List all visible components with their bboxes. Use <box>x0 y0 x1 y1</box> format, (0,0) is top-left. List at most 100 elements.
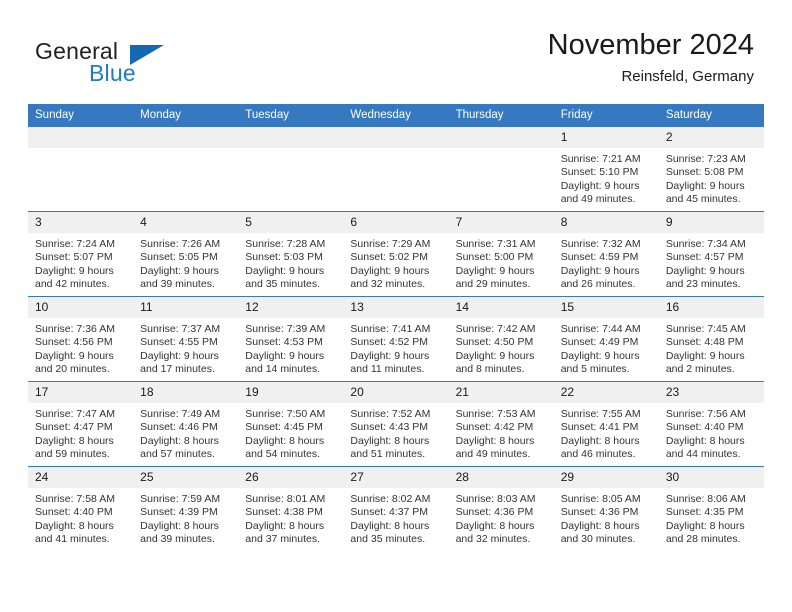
calendar-day-cell[interactable]: 11 Sunrise: 7:37 AM Sunset: 4:55 PM Dayligh… <box>133 296 239 382</box>
day-number: 3 <box>28 212 134 233</box>
day-sunset-text: Sunset: 5:07 PM <box>35 251 113 264</box>
day-sun-info: Sunrise: 8:05 AM Sunset: 4:36 PM Daylight:… <box>554 488 659 547</box>
day-sunset-text: Sunset: 5:00 PM <box>455 251 534 264</box>
calendar-day-cell[interactable]: 30 Sunrise: 8:06 AM Sunset: 4:35 PM Dayligh… <box>658 466 764 551</box>
calendar-day-cell[interactable]: 15 Sunrise: 7:44 AM Sunset: 4:49 PM Dayligh… <box>553 296 659 382</box>
day-sun-info: Sunrise: 7:55 AM Sunset: 4:41 PM Daylight:… <box>554 403 659 462</box>
calendar-day-cell[interactable]: 18 Sunrise: 7:49 AM Sunset: 4:46 PM Dayligh… <box>133 381 239 467</box>
day-sunset-text: Sunset: 4:37 PM <box>350 506 429 519</box>
day-number: 11 <box>133 297 239 318</box>
calendar-day-cell[interactable]: 23 Sunrise: 7:56 AM Sunset: 4:40 PM Dayligh… <box>658 381 764 467</box>
calendar-day-cell[interactable]: 14 Sunrise: 7:42 AM Sunset: 4:50 PM Dayligh… <box>448 296 554 382</box>
calendar-day-cell[interactable]: 3 Sunrise: 7:24 AM Sunset: 5:07 PM Daylight… <box>28 211 134 297</box>
day-sunset-text: Sunset: 4:43 PM <box>350 421 429 434</box>
calendar-day-cell[interactable]: 17 Sunrise: 7:47 AM Sunset: 4:47 PM Dayligh… <box>28 381 134 467</box>
day-sunset-text: Sunset: 5:02 PM <box>350 251 429 264</box>
calendar-day-cell[interactable]: 2 Sunrise: 7:23 AM Sunset: 5:08 PM Daylight… <box>658 127 764 212</box>
day-daylight2-text: and 59 minutes. <box>35 448 110 461</box>
day-daylight1-text: Daylight: 9 hours <box>560 349 640 362</box>
calendar-day-cell[interactable]: 25 Sunrise: 7:59 AM Sunset: 4:39 PM Dayligh… <box>133 466 239 551</box>
day-daylight1-text: Daylight: 9 hours <box>560 264 640 277</box>
day-daylight1-text: Daylight: 8 hours <box>455 434 535 447</box>
day-sunrise-text: Sunrise: 7:36 AM <box>35 323 115 335</box>
calendar-day-cell[interactable]: 20 Sunrise: 7:52 AM Sunset: 4:43 PM Dayligh… <box>343 381 449 467</box>
day-daylight1-text: Daylight: 8 hours <box>35 434 114 447</box>
day-daylight2-text: and 20 minutes. <box>35 363 110 376</box>
calendar-day-cell[interactable]: 1 Sunrise: 7:21 AM Sunset: 5:10 PM Daylight… <box>553 127 659 212</box>
day-daylight2-text: and 35 minutes. <box>350 533 426 546</box>
day-number: 20 <box>343 382 449 403</box>
calendar-day-cell[interactable]: 4 Sunrise: 7:26 AM Sunset: 5:05 PM Daylight… <box>133 211 239 297</box>
weekday-header-monday: Monday <box>133 104 239 127</box>
day-number: 5 <box>238 212 344 233</box>
calendar-day-cell[interactable]: 26 Sunrise: 8:01 AM Sunset: 4:38 PM Dayligh… <box>238 466 344 551</box>
day-sun-info: Sunrise: 7:53 AM Sunset: 4:42 PM Daylight:… <box>449 403 554 462</box>
day-number: 22 <box>553 382 659 403</box>
calendar-week-row: 24 Sunrise: 7:58 AM Sunset: 4:40 PM Dayligh… <box>28 466 764 551</box>
calendar-day-cell[interactable]: 6 Sunrise: 7:29 AM Sunset: 5:02 PM Daylight… <box>343 211 449 297</box>
calendar-day-cell[interactable]: 24 Sunrise: 7:58 AM Sunset: 4:40 PM Dayligh… <box>28 466 134 551</box>
calendar-day-cell[interactable]: 5 Sunrise: 7:28 AM Sunset: 5:03 PM Daylight… <box>238 211 344 297</box>
calendar-day-cell[interactable]: 8 Sunrise: 7:32 AM Sunset: 4:59 PM Daylight… <box>553 211 659 297</box>
day-daylight2-text: and 44 minutes. <box>665 448 741 461</box>
day-number: 26 <box>238 467 344 488</box>
day-daylight1-text: Daylight: 8 hours <box>560 519 640 532</box>
day-sun-info: Sunrise: 7:58 AM Sunset: 4:40 PM Daylight:… <box>28 488 133 547</box>
day-sunrise-text: Sunrise: 7:47 AM <box>35 408 115 420</box>
calendar-day-cell[interactable]: 19 Sunrise: 7:50 AM Sunset: 4:45 PM Dayligh… <box>238 381 344 467</box>
day-daylight2-text: and 35 minutes. <box>245 278 320 291</box>
day-sunrise-text: Sunrise: 7:58 AM <box>35 493 115 505</box>
calendar-day-cell[interactable]: 22 Sunrise: 7:55 AM Sunset: 4:41 PM Dayligh… <box>553 381 659 467</box>
calendar-week-row: 17 Sunrise: 7:47 AM Sunset: 4:47 PM Dayligh… <box>28 381 764 467</box>
brand-logo[interactable]: General Blue <box>35 38 255 94</box>
day-number: 7 <box>448 212 554 233</box>
day-sunrise-text: Sunrise: 7:23 AM <box>665 153 746 165</box>
day-daylight1-text: Daylight: 9 hours <box>665 179 745 192</box>
day-sunrise-text: Sunrise: 7:52 AM <box>350 408 431 420</box>
day-number <box>28 127 134 148</box>
day-daylight2-text: and 54 minutes. <box>245 448 320 461</box>
calendar-day-cell[interactable]: 9 Sunrise: 7:34 AM Sunset: 4:57 PM Daylight… <box>658 211 764 297</box>
day-daylight1-text: Daylight: 9 hours <box>350 264 430 277</box>
calendar-day-cell[interactable]: 16 Sunrise: 7:45 AM Sunset: 4:48 PM Dayligh… <box>658 296 764 382</box>
day-sunrise-text: Sunrise: 7:31 AM <box>455 238 536 250</box>
day-daylight1-text: Daylight: 8 hours <box>350 434 430 447</box>
day-number: 25 <box>133 467 239 488</box>
day-number: 23 <box>658 382 764 403</box>
calendar-day-cell[interactable]: 7 Sunrise: 7:31 AM Sunset: 5:00 PM Daylight… <box>448 211 554 297</box>
day-daylight1-text: Daylight: 8 hours <box>140 519 219 532</box>
calendar-day-cell[interactable]: 29 Sunrise: 8:05 AM Sunset: 4:36 PM Dayligh… <box>553 466 659 551</box>
calendar-day-cell[interactable]: 28 Sunrise: 8:03 AM Sunset: 4:36 PM Dayligh… <box>448 466 554 551</box>
day-daylight2-text: and 32 minutes. <box>350 278 426 291</box>
day-sunrise-text: Sunrise: 7:28 AM <box>245 238 326 250</box>
day-sunrise-text: Sunrise: 7:59 AM <box>140 493 221 505</box>
day-sun-info: Sunrise: 7:56 AM Sunset: 4:40 PM Daylight:… <box>659 403 764 462</box>
day-daylight2-text: and 37 minutes. <box>245 533 320 546</box>
day-daylight2-text: and 49 minutes. <box>455 448 531 461</box>
day-daylight1-text: Daylight: 9 hours <box>245 349 325 362</box>
day-sunset-text: Sunset: 4:40 PM <box>35 506 113 519</box>
calendar-day-cell[interactable]: 10 Sunrise: 7:36 AM Sunset: 4:56 PM Dayligh… <box>28 296 134 382</box>
calendar-day-cell[interactable]: 27 Sunrise: 8:02 AM Sunset: 4:37 PM Dayligh… <box>343 466 449 551</box>
day-daylight1-text: Daylight: 9 hours <box>455 264 535 277</box>
day-sun-info: Sunrise: 7:39 AM Sunset: 4:53 PM Daylight:… <box>238 318 343 377</box>
day-daylight2-text: and 5 minutes. <box>560 363 630 376</box>
weekday-header-sunday: Sunday <box>28 104 134 127</box>
day-daylight1-text: Daylight: 9 hours <box>140 264 219 277</box>
calendar-day-cell[interactable]: 13 Sunrise: 7:41 AM Sunset: 4:52 PM Dayligh… <box>343 296 449 382</box>
day-sun-info: Sunrise: 7:23 AM Sunset: 5:08 PM Daylight:… <box>659 148 764 207</box>
day-number: 19 <box>238 382 344 403</box>
weekday-header-tuesday: Tuesday <box>238 104 344 127</box>
calendar-day-cell[interactable]: 21 Sunrise: 7:53 AM Sunset: 4:42 PM Dayligh… <box>448 381 554 467</box>
day-sunrise-text: Sunrise: 8:03 AM <box>455 493 536 505</box>
day-daylight1-text: Daylight: 9 hours <box>140 349 219 362</box>
day-sunrise-text: Sunrise: 7:26 AM <box>140 238 221 250</box>
day-number <box>448 127 554 148</box>
day-sun-info: Sunrise: 7:50 AM Sunset: 4:45 PM Daylight:… <box>238 403 343 462</box>
day-sun-info: Sunrise: 8:01 AM Sunset: 4:38 PM Daylight:… <box>238 488 343 547</box>
calendar-day-cell-empty <box>448 127 554 212</box>
day-daylight1-text: Daylight: 8 hours <box>560 434 640 447</box>
day-number: 27 <box>343 467 449 488</box>
day-sun-info: Sunrise: 7:28 AM Sunset: 5:03 PM Daylight:… <box>238 233 343 292</box>
calendar-day-cell[interactable]: 12 Sunrise: 7:39 AM Sunset: 4:53 PM Dayligh… <box>238 296 344 382</box>
